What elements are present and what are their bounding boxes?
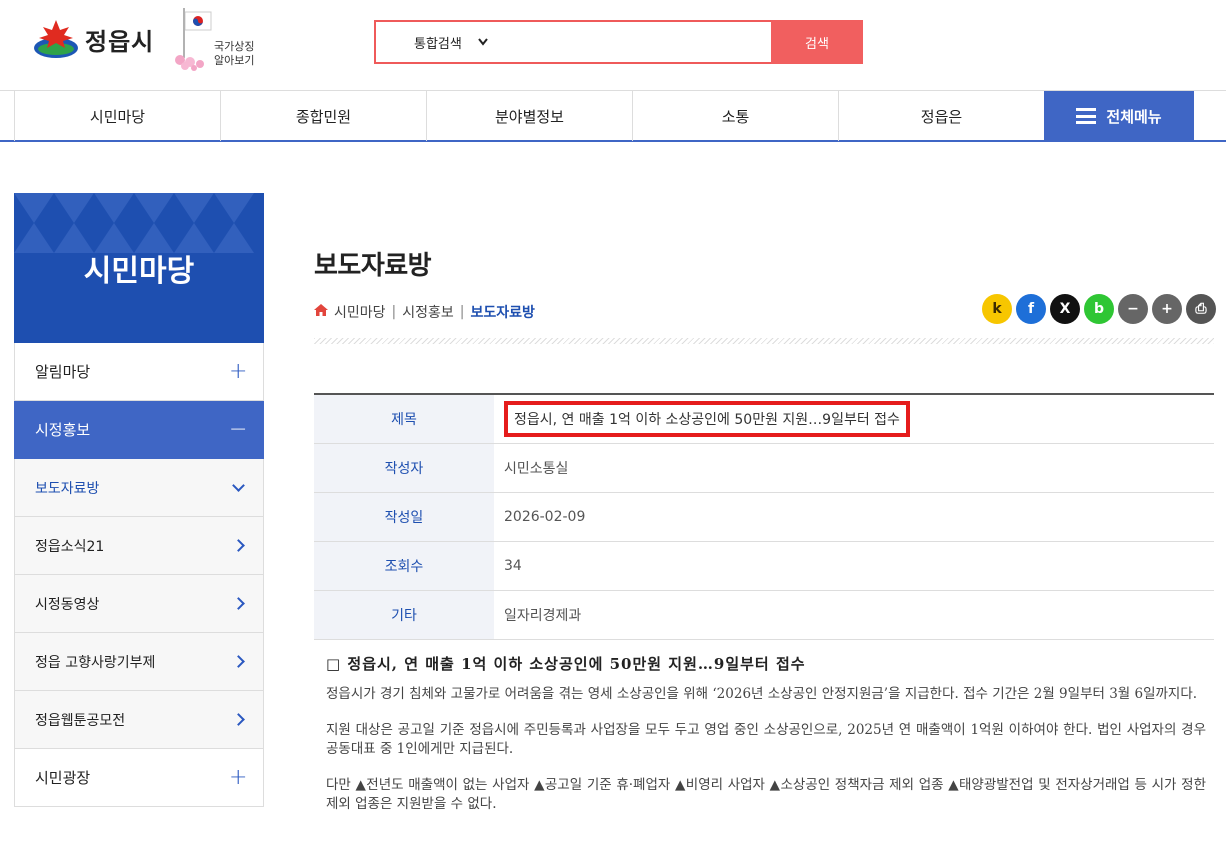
side-item-hometown-donation[interactable]: 정읍 고향사랑기부제 — [14, 633, 264, 691]
info-value: 2026-02-09 — [504, 509, 586, 525]
info-label: 작성일 — [314, 493, 494, 541]
zoom-in-icon[interactable]: + — [1152, 294, 1182, 324]
info-value: 시민소통실 — [504, 461, 569, 477]
search-bar: 통합검색 검색 — [374, 20, 863, 64]
breadcrumb-separator: | — [391, 304, 397, 320]
info-label: 제목 — [314, 395, 494, 443]
info-label: 기타 — [314, 591, 494, 639]
breadcrumb: 시민마당 | 시정홍보 | 보도자료방 — [314, 302, 535, 322]
share-tools: k f Xb − + ⎙ — [982, 294, 1216, 324]
chevron-down-icon — [232, 479, 245, 492]
article-paragraph: 정읍시가 경기 침체와 고물가로 어려움을 겪는 영세 소상공인을 위해 ‘20… — [326, 686, 1198, 702]
info-value: 정읍시, 연 매출 1억 이하 소상공인에 50만원 지원…9일부터 접수 — [494, 395, 1214, 443]
city-name: 정읍시 — [85, 27, 155, 56]
facebook-icon[interactable]: f — [1016, 294, 1046, 324]
search-input[interactable] — [516, 22, 771, 62]
info-label: 조회수 — [314, 542, 494, 590]
gnb-item-citizen[interactable]: 시민마당 — [14, 91, 220, 141]
info-value: 일자리경제과 — [504, 608, 582, 624]
side-item-news21[interactable]: 정읍소식21 — [14, 517, 264, 575]
breadcrumb-current: 보도자료방 — [470, 305, 535, 321]
search-scope-select[interactable]: 통합검색 — [376, 22, 516, 62]
article-title-highlight: 정읍시, 연 매출 1억 이하 소상공인에 50만원 지원…9일부터 접수 — [504, 401, 910, 437]
gnb-item-civil-service[interactable]: 종합민원 — [220, 91, 426, 141]
city-emblem-icon — [33, 16, 79, 62]
article-info-table: 제목 정읍시, 연 매출 1억 이하 소상공인에 50만원 지원…9일부터 접수… — [314, 393, 1214, 640]
side-item-citizen-plaza[interactable]: 시민광장 + — [14, 749, 264, 807]
zoom-out-icon[interactable]: − — [1118, 294, 1148, 324]
side-navigation: 시민마당 알림마당 + 시정홍보 − 보도자료방 정읍소식21 시정동영상 정읍… — [14, 193, 264, 807]
national-symbol-label: 국가상징 알아보기 — [214, 40, 255, 67]
print-icon[interactable]: ⎙ — [1186, 294, 1216, 324]
article-paragraph: 지원 대상은 공고일 기준 정읍시에 주민등록과 사업장을 모두 두고 영업 중… — [326, 722, 1206, 757]
breadcrumb-item[interactable]: 시정홍보 — [402, 302, 454, 322]
side-item-press-release[interactable]: 보도자료방 — [14, 459, 264, 517]
side-item-webtoon-contest[interactable]: 정읍웹툰공모전 — [14, 691, 264, 749]
header: 정읍시 국가상징 알아보기 통합검색 검색 — [0, 0, 1226, 90]
main-content: 보도자료방 시민마당 | 시정홍보 | 보도자료방 k f Xb − + ⎙ 제목 정읍시… — [314, 245, 1216, 812]
minus-icon: − — [229, 416, 248, 442]
info-row-date: 작성일 2026-02-09 — [314, 493, 1214, 542]
article-paragraph: 다만 ▲전년도 매출액이 없는 사업자 ▲공고일 기준 휴·폐업자 ▲비영리 사… — [326, 777, 1206, 812]
pattern-decoration — [14, 193, 254, 253]
info-label: 작성자 — [314, 444, 494, 492]
title-divider — [314, 338, 1214, 344]
side-item-city-pr[interactable]: 시정홍보 − — [14, 401, 264, 459]
breadcrumb-separator: | — [459, 304, 465, 320]
main-navigation: 시민마당 종합민원 분야별정보 소통 정읍은 전체메뉴 — [0, 90, 1226, 142]
gnb-item-communication[interactable]: 소통 — [632, 91, 838, 141]
national-symbol-link[interactable]: 국가상징 알아보기 — [172, 6, 262, 72]
gnb-item-about[interactable]: 정읍은 — [838, 91, 1044, 141]
chevron-right-icon — [232, 597, 245, 610]
chevron-right-icon — [232, 655, 245, 668]
plus-icon: + — [229, 358, 248, 384]
kakaostory-icon[interactable]: k — [982, 294, 1012, 324]
national-flag-icon — [175, 8, 212, 71]
gnb-item-field-info[interactable]: 분야별정보 — [426, 91, 632, 141]
article-body: □ 정읍시, 연 매출 1억 이하 소상공인에 50만원 지원…9일부터 접수 … — [326, 655, 1206, 831]
breadcrumb-item[interactable]: 시민마당 — [334, 302, 386, 322]
all-menu-button[interactable]: 전체메뉴 — [1044, 91, 1194, 141]
side-navigation-title: 시민마당 — [14, 193, 264, 343]
chevron-right-icon — [232, 539, 245, 552]
home-icon[interactable] — [314, 304, 328, 320]
search-button[interactable]: 검색 — [771, 20, 863, 64]
band-icon[interactable]: b — [1084, 294, 1114, 324]
chevron-down-icon — [478, 38, 488, 46]
info-row-etc: 기타 일자리경제과 — [314, 591, 1214, 640]
x-twitter-icon[interactable]: X — [1050, 294, 1080, 324]
side-item-notice[interactable]: 알림마당 + — [14, 343, 264, 401]
article-heading: □ 정읍시, 연 매출 1억 이하 소상공인에 50만원 지원…9일부터 접수 — [326, 655, 806, 673]
hamburger-icon — [1076, 108, 1097, 124]
city-logo[interactable]: 정읍시 — [33, 16, 154, 62]
info-value: 34 — [504, 558, 522, 574]
info-row-title: 제목 정읍시, 연 매출 1억 이하 소상공인에 50만원 지원…9일부터 접수 — [314, 395, 1214, 444]
chevron-right-icon — [232, 713, 245, 726]
page-title: 보도자료방 — [314, 251, 432, 281]
plus-icon: + — [229, 764, 248, 790]
info-row-views: 조회수 34 — [314, 542, 1214, 591]
info-row-author: 작성자 시민소통실 — [314, 444, 1214, 493]
side-item-city-video[interactable]: 시정동영상 — [14, 575, 264, 633]
